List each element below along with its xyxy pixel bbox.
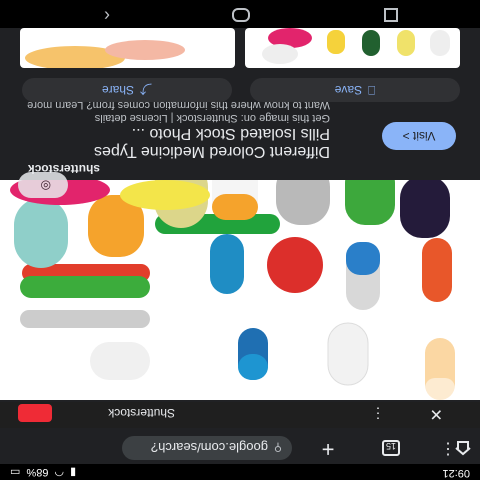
signal-icon: ▮: [70, 466, 77, 478]
tab-switcher-button[interactable]: 15: [382, 440, 400, 456]
more-options-icon[interactable]: ⋮: [371, 405, 385, 422]
save-button[interactable]: ⎕ Save: [250, 78, 460, 102]
related-image-1[interactable]: [20, 28, 235, 68]
status-bar: 09:21 ▮ ◠ 68% ▭: [0, 464, 480, 480]
save-label: Save: [334, 83, 363, 97]
share-button[interactable]: ⤴ Share: [22, 78, 232, 102]
status-time: 09:21: [442, 467, 470, 479]
title-line-2: Pills Isolated Stock Photo ...: [131, 125, 330, 142]
wifi-icon: ◠: [54, 466, 65, 478]
recent-apps-icon[interactable]: [384, 8, 398, 22]
result-header: [0, 402, 480, 428]
home-nav-icon[interactable]: [232, 8, 250, 22]
pills-illustration: [10, 180, 455, 400]
status-icons: ▮ ◠ 68% ▭: [10, 466, 76, 479]
battery-percent: 68%: [26, 466, 49, 479]
lens-icon: ◎: [40, 179, 51, 193]
address-bar[interactable]: ⚲ google.com/search?: [122, 436, 292, 460]
browser-menu-icon[interactable]: ⋮: [440, 438, 456, 458]
site-settings-icon[interactable]: ⚲: [274, 442, 282, 455]
bookmark-icon: ⎕: [368, 83, 376, 98]
back-icon[interactable]: ‹: [104, 5, 110, 26]
license-line-1[interactable]: Get this image on: Shutterstock | Licens…: [20, 111, 330, 124]
site-badge: shutterstock: [27, 162, 100, 176]
visit-button[interactable]: Visit >: [382, 122, 456, 150]
shutterstock-logo: [18, 404, 52, 422]
battery-icon: ▭: [10, 466, 21, 478]
source-name: Shutterstock: [108, 406, 175, 420]
share-icon: ⤴: [140, 82, 153, 97]
new-tab-button[interactable]: +: [316, 436, 340, 462]
result-title[interactable]: Different Colored Medicine Types Pills I…: [20, 124, 330, 160]
close-icon[interactable]: ✕: [430, 404, 443, 424]
title-line-1: Different Colored Medicine Types: [94, 143, 330, 160]
related-thumbnail-1: [25, 40, 185, 68]
visit-label: Visit: [412, 129, 436, 143]
result-image[interactable]: [0, 180, 480, 400]
share-label: Share: [101, 83, 135, 97]
related-image-2[interactable]: [245, 28, 460, 68]
url-text: google.com/search?: [150, 440, 268, 456]
phone-screen: 09:21 ▮ ◠ 68% ▭ ⚲ google.com/search? + 1…: [0, 0, 480, 480]
home-icon[interactable]: [454, 440, 472, 456]
related-thumbnail-2: [262, 28, 450, 64]
